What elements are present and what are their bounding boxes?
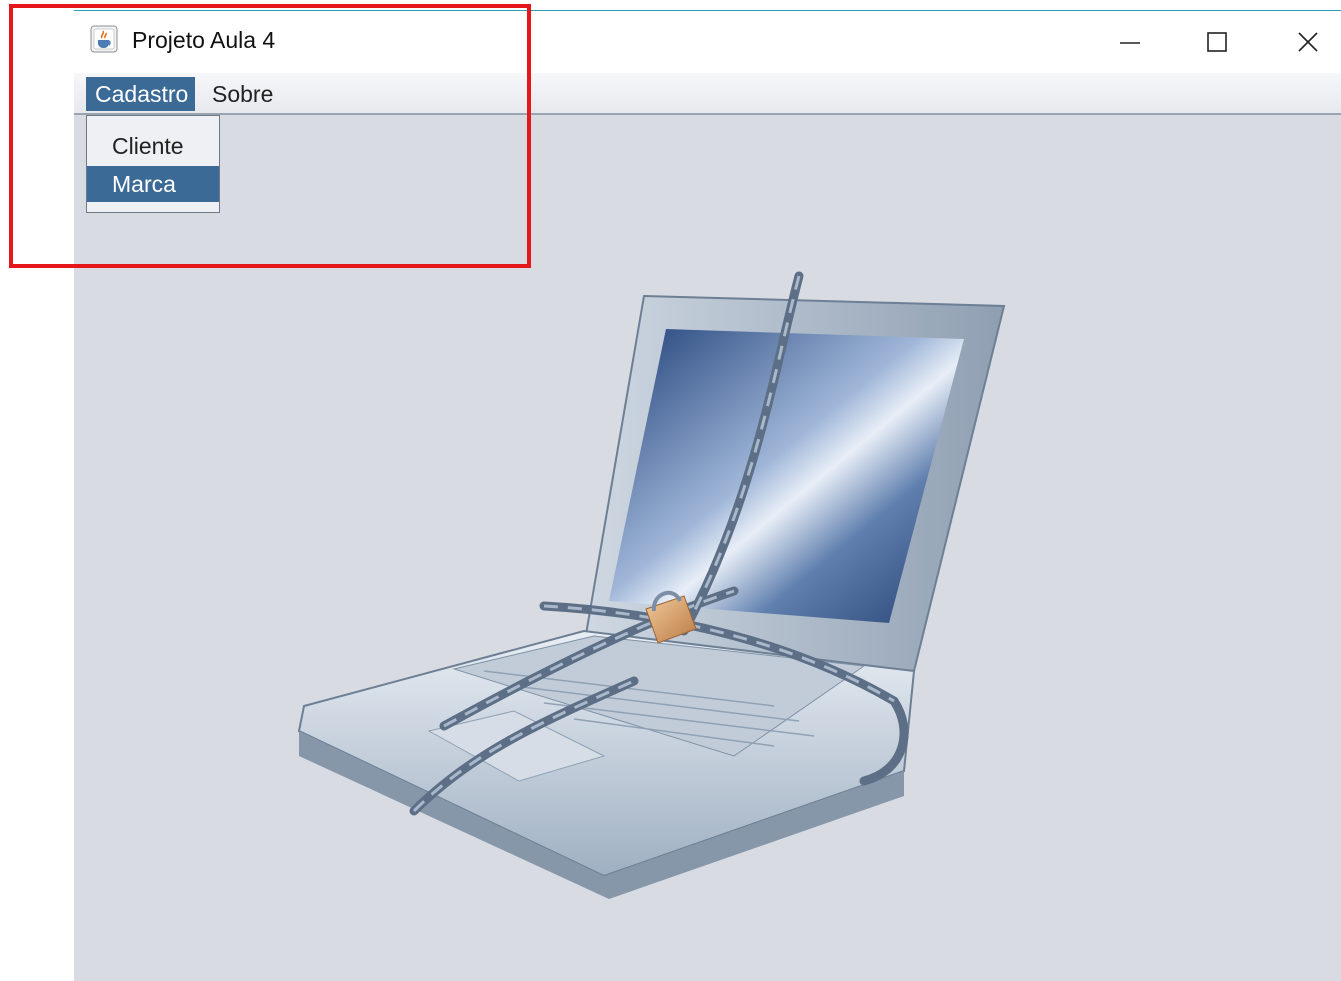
maximize-icon (1207, 32, 1227, 52)
close-button[interactable] (1268, 11, 1341, 73)
menu-item-marca[interactable]: Marca (87, 166, 219, 202)
menu-bar: Cadastro Sobre (74, 73, 1341, 115)
title-bar[interactable]: Projeto Aula 4 (74, 11, 1341, 73)
menu-cadastro[interactable]: Cadastro (86, 77, 196, 111)
minimize-icon (1120, 42, 1140, 44)
menu-sobre[interactable]: Sobre (204, 77, 281, 111)
chained-laptop-image (297, 271, 1006, 899)
minimize-button[interactable] (1090, 11, 1170, 73)
maximize-button[interactable] (1177, 11, 1257, 73)
application-window: Projeto Aula 4 Cadastro Sobre Cliente Ma… (74, 10, 1341, 981)
cadastro-dropdown-menu: Cliente Marca (86, 115, 220, 213)
close-icon (1298, 32, 1318, 52)
java-cup-icon (90, 25, 118, 53)
menu-item-cliente[interactable]: Cliente (87, 128, 219, 164)
window-title: Projeto Aula 4 (132, 27, 276, 53)
